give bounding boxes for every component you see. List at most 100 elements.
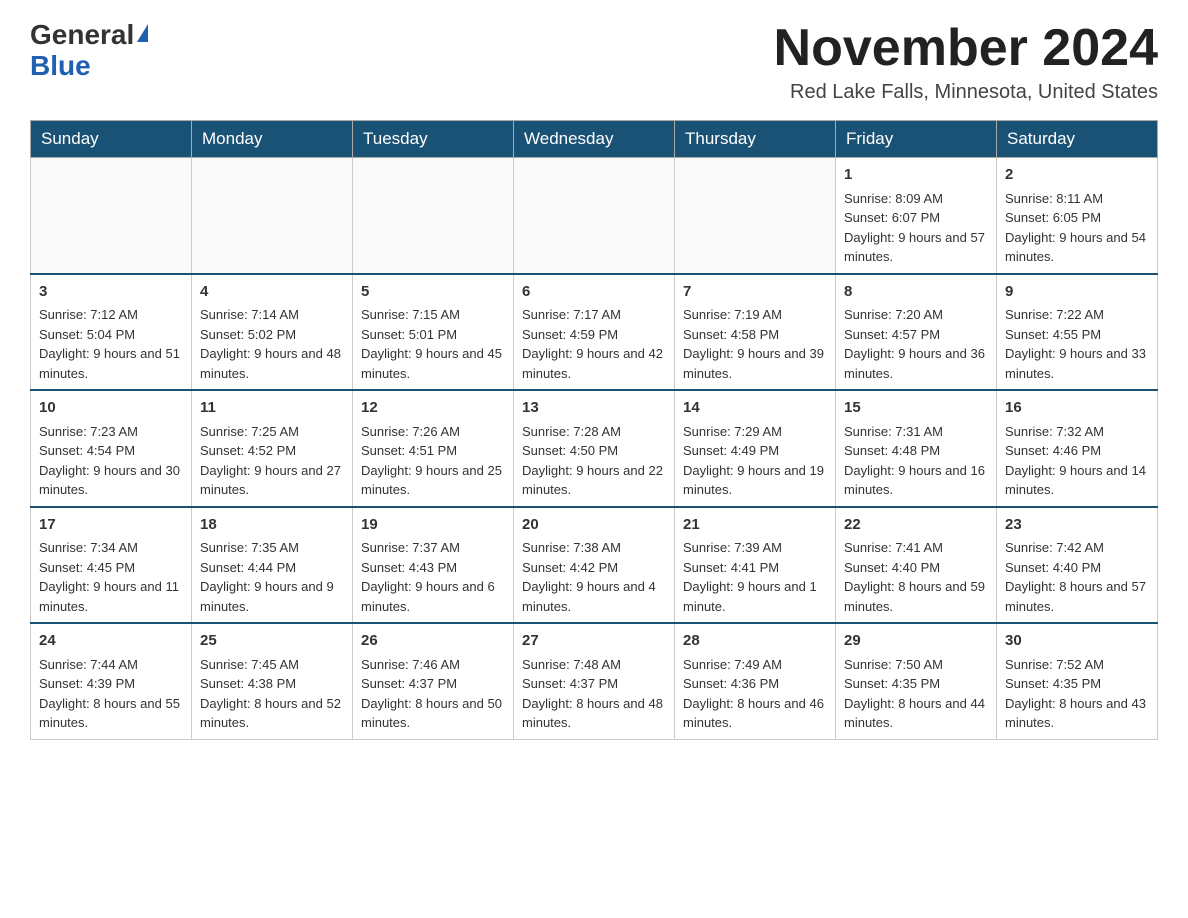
day-info: Sunset: 5:02 PM [200,325,344,345]
day-number: 23 [1005,514,1149,537]
day-info: Sunrise: 7:15 AM [361,305,505,325]
calendar-cell: 8Sunrise: 7:20 AMSunset: 4:57 PMDaylight… [836,274,997,391]
day-number: 26 [361,630,505,653]
day-info: Daylight: 8 hours and 46 minutes. [683,694,827,733]
calendar-cell: 16Sunrise: 7:32 AMSunset: 4:46 PMDayligh… [997,390,1158,507]
day-info: Sunset: 4:38 PM [200,674,344,694]
calendar-cell: 20Sunrise: 7:38 AMSunset: 4:42 PMDayligh… [514,507,675,624]
calendar-cell: 7Sunrise: 7:19 AMSunset: 4:58 PMDaylight… [675,274,836,391]
day-info: Sunrise: 7:23 AM [39,422,183,442]
calendar-cell: 2Sunrise: 8:11 AMSunset: 6:05 PMDaylight… [997,158,1158,274]
day-info: Daylight: 9 hours and 48 minutes. [200,344,344,383]
day-number: 12 [361,397,505,420]
calendar-cell: 3Sunrise: 7:12 AMSunset: 5:04 PMDaylight… [31,274,192,391]
day-number: 3 [39,281,183,304]
day-number: 19 [361,514,505,537]
calendar-cell: 29Sunrise: 7:50 AMSunset: 4:35 PMDayligh… [836,623,997,739]
day-info: Daylight: 8 hours and 48 minutes. [522,694,666,733]
day-number: 13 [522,397,666,420]
header-wednesday: Wednesday [514,121,675,158]
weekday-header-row: Sunday Monday Tuesday Wednesday Thursday… [31,121,1158,158]
day-info: Sunset: 4:40 PM [844,558,988,578]
logo: General Blue [30,20,148,82]
day-info: Daylight: 9 hours and 22 minutes. [522,461,666,500]
logo-general: General [30,20,134,51]
day-info: Sunrise: 7:39 AM [683,538,827,558]
day-number: 24 [39,630,183,653]
calendar-cell: 18Sunrise: 7:35 AMSunset: 4:44 PMDayligh… [192,507,353,624]
day-info: Daylight: 9 hours and 19 minutes. [683,461,827,500]
calendar-cell: 23Sunrise: 7:42 AMSunset: 4:40 PMDayligh… [997,507,1158,624]
day-info: Sunset: 6:07 PM [844,208,988,228]
day-info: Sunrise: 7:31 AM [844,422,988,442]
day-info: Sunrise: 7:41 AM [844,538,988,558]
day-info: Sunset: 4:58 PM [683,325,827,345]
day-info: Daylight: 9 hours and 39 minutes. [683,344,827,383]
day-number: 2 [1005,164,1149,187]
day-number: 9 [1005,281,1149,304]
day-info: Sunrise: 7:35 AM [200,538,344,558]
day-info: Sunset: 4:44 PM [200,558,344,578]
day-number: 4 [200,281,344,304]
day-info: Sunrise: 7:20 AM [844,305,988,325]
header-monday: Monday [192,121,353,158]
calendar-cell [675,158,836,274]
calendar-title-area: November 2024 Red Lake Falls, Minnesota,… [774,20,1158,104]
day-info: Sunrise: 7:45 AM [200,655,344,675]
day-info: Daylight: 8 hours and 43 minutes. [1005,694,1149,733]
day-info: Sunrise: 7:19 AM [683,305,827,325]
day-info: Daylight: 9 hours and 42 minutes. [522,344,666,383]
calendar-cell: 28Sunrise: 7:49 AMSunset: 4:36 PMDayligh… [675,623,836,739]
day-number: 16 [1005,397,1149,420]
day-info: Sunrise: 7:28 AM [522,422,666,442]
calendar-cell: 14Sunrise: 7:29 AMSunset: 4:49 PMDayligh… [675,390,836,507]
calendar-cell: 26Sunrise: 7:46 AMSunset: 4:37 PMDayligh… [353,623,514,739]
day-info: Daylight: 9 hours and 1 minute. [683,577,827,616]
calendar-week-row: 3Sunrise: 7:12 AMSunset: 5:04 PMDaylight… [31,274,1158,391]
day-info: Sunrise: 7:49 AM [683,655,827,675]
calendar-cell: 17Sunrise: 7:34 AMSunset: 4:45 PMDayligh… [31,507,192,624]
calendar-cell: 1Sunrise: 8:09 AMSunset: 6:07 PMDaylight… [836,158,997,274]
calendar-cell [514,158,675,274]
day-info: Daylight: 9 hours and 51 minutes. [39,344,183,383]
calendar-week-row: 10Sunrise: 7:23 AMSunset: 4:54 PMDayligh… [31,390,1158,507]
logo-blue: Blue [30,50,91,81]
day-info: Sunset: 4:50 PM [522,441,666,461]
day-info: Sunrise: 7:46 AM [361,655,505,675]
month-title: November 2024 [774,20,1158,77]
day-info: Sunset: 4:57 PM [844,325,988,345]
calendar-cell: 9Sunrise: 7:22 AMSunset: 4:55 PMDaylight… [997,274,1158,391]
day-info: Daylight: 9 hours and 27 minutes. [200,461,344,500]
day-info: Sunset: 5:01 PM [361,325,505,345]
day-number: 1 [844,164,988,187]
calendar-table: Sunday Monday Tuesday Wednesday Thursday… [30,120,1158,740]
day-info: Daylight: 9 hours and 45 minutes. [361,344,505,383]
day-info: Daylight: 8 hours and 44 minutes. [844,694,988,733]
calendar-week-row: 17Sunrise: 7:34 AMSunset: 4:45 PMDayligh… [31,507,1158,624]
calendar-cell: 10Sunrise: 7:23 AMSunset: 4:54 PMDayligh… [31,390,192,507]
day-info: Sunset: 4:45 PM [39,558,183,578]
day-number: 27 [522,630,666,653]
day-number: 14 [683,397,827,420]
day-number: 6 [522,281,666,304]
day-info: Daylight: 9 hours and 36 minutes. [844,344,988,383]
day-info: Sunset: 4:51 PM [361,441,505,461]
day-number: 21 [683,514,827,537]
header-friday: Friday [836,121,997,158]
day-info: Daylight: 9 hours and 25 minutes. [361,461,505,500]
page-header: General Blue November 2024 Red Lake Fall… [30,20,1158,104]
day-info: Sunset: 4:42 PM [522,558,666,578]
header-tuesday: Tuesday [353,121,514,158]
day-info: Daylight: 9 hours and 9 minutes. [200,577,344,616]
day-number: 7 [683,281,827,304]
day-info: Daylight: 9 hours and 30 minutes. [39,461,183,500]
day-info: Daylight: 8 hours and 50 minutes. [361,694,505,733]
day-info: Sunrise: 7:29 AM [683,422,827,442]
day-info: Daylight: 8 hours and 52 minutes. [200,694,344,733]
calendar-week-row: 24Sunrise: 7:44 AMSunset: 4:39 PMDayligh… [31,623,1158,739]
day-number: 30 [1005,630,1149,653]
day-info: Daylight: 9 hours and 14 minutes. [1005,461,1149,500]
calendar-cell: 5Sunrise: 7:15 AMSunset: 5:01 PMDaylight… [353,274,514,391]
day-info: Sunset: 4:37 PM [522,674,666,694]
calendar-cell: 30Sunrise: 7:52 AMSunset: 4:35 PMDayligh… [997,623,1158,739]
